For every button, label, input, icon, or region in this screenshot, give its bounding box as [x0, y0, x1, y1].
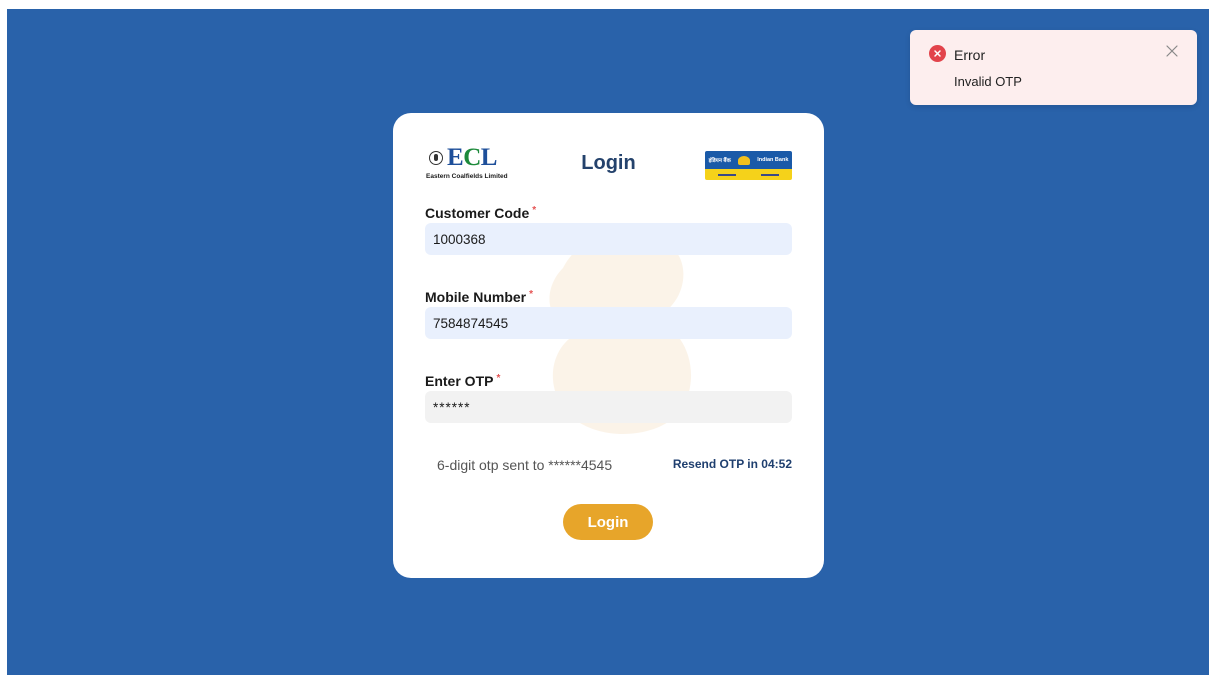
- otp-sent-note: 6-digit otp sent to ******4545: [437, 457, 613, 473]
- bank-emblem-icon: [738, 155, 750, 165]
- bank-english-name: Indian Bank: [757, 157, 789, 163]
- mobile-number-label: Mobile Number *: [425, 289, 534, 305]
- bank-hindi-name: इंडियन बैंक: [708, 158, 731, 164]
- login-button[interactable]: Login: [563, 504, 653, 540]
- indian-bank-logo: इंडियन बैंक Indian Bank: [705, 151, 792, 180]
- close-icon[interactable]: [1165, 44, 1179, 58]
- otp-input[interactable]: ******: [425, 391, 792, 423]
- toast-message: Invalid OTP: [954, 74, 1022, 89]
- resend-otp-link[interactable]: Resend OTP in 04:52: [673, 457, 792, 471]
- customer-code-label: Customer Code *: [425, 205, 537, 221]
- toast-title: Error: [954, 47, 986, 63]
- error-toast: Error Invalid OTP: [910, 30, 1197, 105]
- login-card: ECL Eastern Coalfields Limited Login इंड…: [393, 113, 824, 578]
- otp-label: Enter OTP *: [425, 373, 501, 389]
- mobile-number-input[interactable]: 7584874545: [425, 307, 792, 339]
- error-circle-icon: [929, 45, 946, 62]
- customer-code-input[interactable]: 1000368: [425, 223, 792, 255]
